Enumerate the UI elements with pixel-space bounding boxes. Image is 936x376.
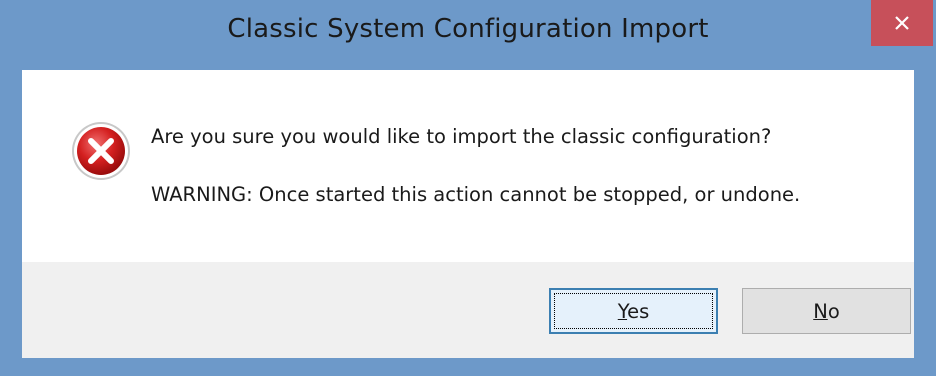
yes-button[interactable]: Yes: [549, 288, 718, 334]
title-bar[interactable]: Classic System Configuration Import: [0, 0, 936, 70]
focus-rectangle: [554, 293, 713, 329]
message-area: Are you sure you would like to import th…: [22, 70, 914, 262]
confirmation-message: Are you sure you would like to import th…: [151, 125, 772, 148]
error-icon: [72, 122, 130, 180]
close-button[interactable]: [871, 0, 933, 46]
dialog-client: Are you sure you would like to import th…: [22, 70, 914, 358]
warning-message: WARNING: Once started this action cannot…: [151, 183, 801, 206]
window-title: Classic System Configuration Import: [227, 14, 709, 44]
no-button-label: No: [813, 299, 840, 323]
button-bar: Yes No: [22, 262, 914, 358]
dialog-window: Classic System Configuration Import Are …: [0, 0, 936, 376]
no-button[interactable]: No: [742, 288, 911, 334]
close-icon: [895, 16, 909, 30]
